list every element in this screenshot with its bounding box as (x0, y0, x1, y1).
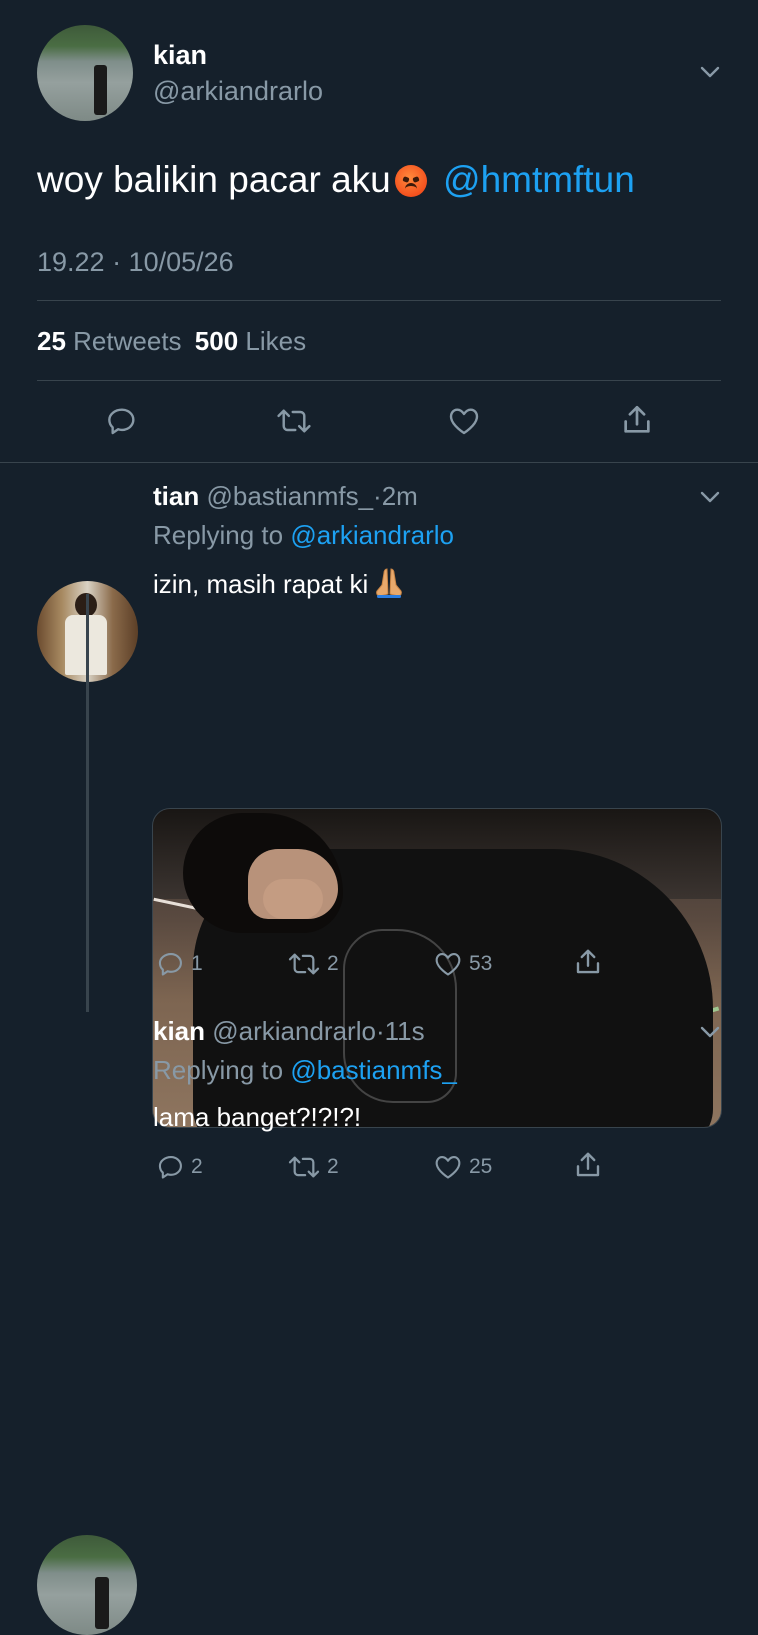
reply-time[interactable]: 11s (385, 1016, 425, 1046)
reply-button[interactable]: 1 (157, 950, 203, 978)
thread-line (86, 594, 89, 1012)
comment-icon (158, 1156, 182, 1179)
tweet-body: woy balikin pacar aku (37, 159, 391, 200)
author-handle[interactable]: @arkiandrarlo (212, 1016, 376, 1046)
separator: · (375, 1016, 385, 1046)
replying-to: Replying to @bastianmfs_ (153, 1055, 457, 1085)
likes-stat[interactable]: 500 Likes (195, 326, 306, 356)
replying-to: Replying to @arkiandrarlo (153, 520, 454, 550)
like-count: 25 (469, 1155, 493, 1178)
comment-icon (158, 953, 182, 976)
avatar[interactable] (37, 1535, 137, 1635)
share-icon (576, 1152, 600, 1177)
author-handle[interactable]: @bastianmfs_ (206, 481, 373, 511)
retweet-count: 2 (327, 952, 339, 975)
like-button[interactable]: 53 (433, 950, 492, 978)
section-divider (0, 462, 758, 463)
tweet-menu-chevron-icon[interactable] (698, 60, 722, 84)
reply-time[interactable]: 2m (382, 481, 418, 511)
retweet-button[interactable]: 2 (287, 950, 339, 978)
reply-button[interactable]: 2 (157, 1153, 203, 1181)
reply-count: 1 (191, 952, 203, 975)
reply-text: izin, masih rapat ki (153, 567, 406, 606)
author-name[interactable]: kian (153, 40, 207, 71)
tweet-stats: 25 Retweets 500 Likes (37, 326, 306, 357)
tweet-menu-chevron-icon[interactable] (698, 1020, 722, 1044)
retweets-stat[interactable]: 25 Retweets (37, 326, 182, 356)
like-button[interactable]: 25 (433, 1153, 492, 1181)
retweet-count: 2 (327, 1155, 339, 1178)
reply-body: izin, masih rapat ki (153, 569, 369, 599)
angry-face-icon (394, 165, 427, 197)
reply-header: kian @arkiandrarlo·11s (153, 1016, 425, 1047)
reply-header: tian @bastianmfs_·2m (153, 481, 418, 512)
author-name[interactable]: tian (153, 481, 199, 511)
tweet-timestamp[interactable]: 19.22 · 10/05/26 (37, 247, 234, 278)
folded-hands-icon (372, 567, 406, 606)
retweet-button[interactable] (276, 405, 312, 442)
retweet-icon (277, 409, 311, 433)
avatar[interactable] (37, 25, 133, 121)
tweet-text: woy balikin pacar aku @hmtmftun (37, 158, 635, 202)
author-handle[interactable]: @arkiandrarlo (153, 76, 323, 107)
comment-icon (108, 408, 135, 435)
retweet-button[interactable]: 2 (287, 1153, 339, 1181)
divider (37, 380, 721, 381)
share-icon (576, 949, 600, 974)
heart-icon (435, 1156, 461, 1179)
separator: · (373, 481, 382, 511)
reply-count: 2 (191, 1155, 203, 1178)
author-name[interactable]: kian (153, 1016, 205, 1046)
mention-link[interactable]: @bastianmfs_ (290, 1055, 457, 1085)
share-button[interactable] (573, 1150, 603, 1185)
heart-icon (435, 953, 461, 976)
mention-link[interactable]: @arkiandrarlo (290, 520, 454, 550)
share-button[interactable] (573, 947, 603, 982)
like-button[interactable] (447, 405, 481, 442)
heart-icon (449, 408, 479, 435)
like-count: 53 (469, 952, 493, 975)
share-button[interactable] (620, 403, 654, 442)
mention-link[interactable]: @hmtmftun (443, 159, 635, 200)
divider (37, 300, 721, 301)
reply-text: lama banget?!?!?! (153, 1102, 362, 1132)
reply-button[interactable] (106, 405, 138, 442)
tweet-menu-chevron-icon[interactable] (698, 485, 722, 509)
share-icon (624, 405, 650, 433)
retweet-icon (288, 953, 320, 975)
retweet-icon (288, 1156, 320, 1178)
